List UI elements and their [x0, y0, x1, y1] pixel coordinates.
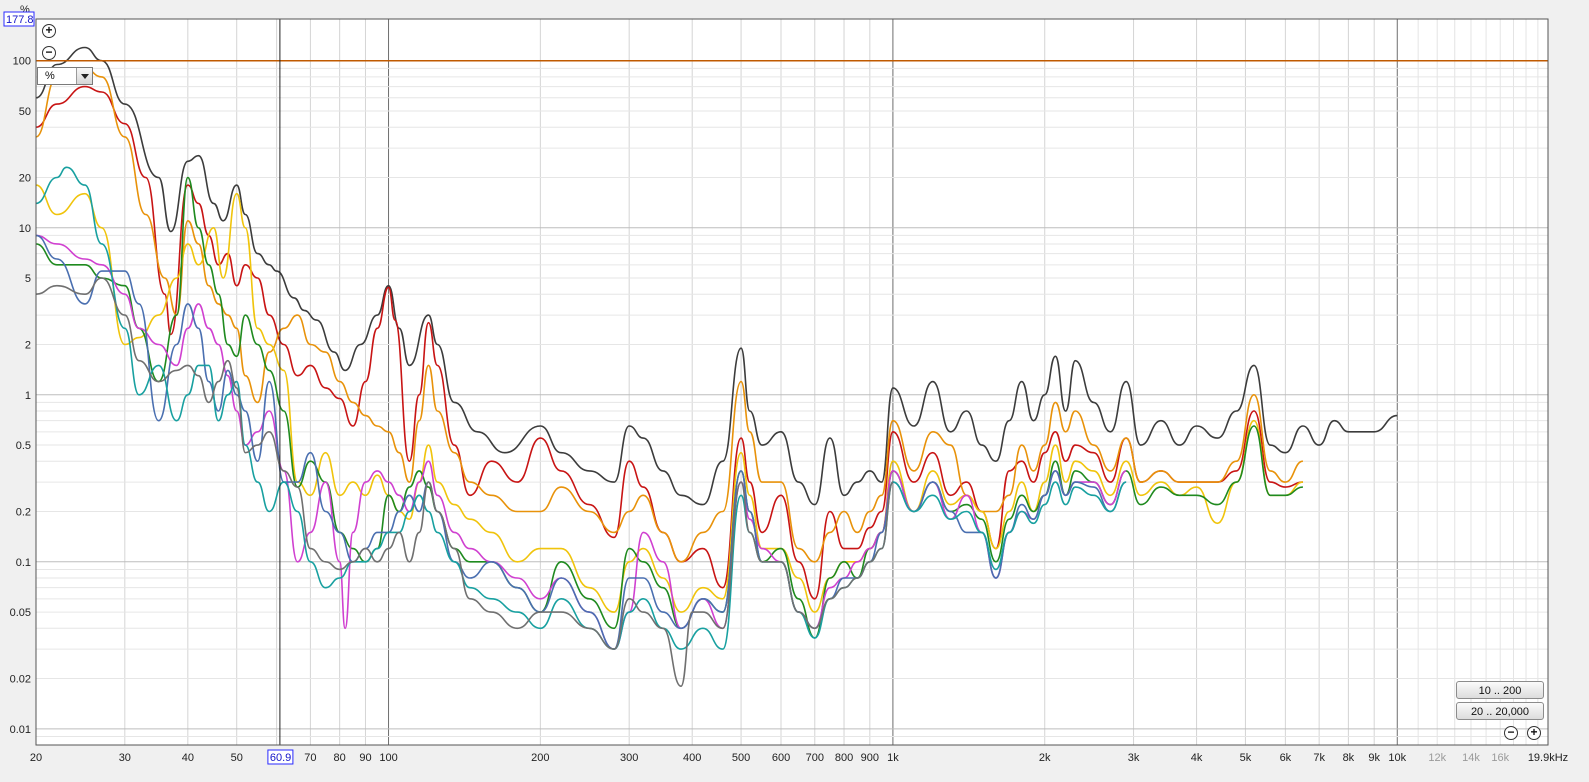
y-tick-label: 1 — [25, 390, 31, 402]
cursor-readout[interactable]: 60.9 — [270, 752, 291, 764]
zoom-out-vertical-icon[interactable]: − — [42, 46, 56, 60]
x-tick-label: 800 — [835, 752, 853, 764]
x-tick-label: 30 — [119, 752, 131, 764]
x-axis-ticks: 20 30 40 50 70 80 90 100 200 300 400 500 600 700 800 90… — [30, 752, 1568, 764]
x-tick-label: 20 — [30, 752, 42, 764]
y-tick-label: 0.2 — [16, 507, 31, 519]
frequency-chart[interactable]: 20 30 40 50 70 80 90 100 200 300 400 500 600 700 800 90… — [0, 0, 1589, 782]
x-tick-label: 40 — [182, 752, 194, 764]
y-tick-label: 2 — [25, 340, 31, 352]
y-tick-label: 0.1 — [16, 557, 31, 569]
x-tick-label: 90 — [359, 752, 371, 764]
x-tick-label: 700 — [806, 752, 824, 764]
x-tick-label: 400 — [683, 752, 701, 764]
y-tick-label: 0.05 — [10, 607, 31, 619]
unit-select[interactable]: % — [37, 67, 93, 85]
x-tick-label: 4k — [1191, 752, 1203, 764]
zoom-out-horizontal-icon[interactable]: − — [1504, 726, 1518, 740]
x-tick-label: 9k — [1368, 752, 1380, 764]
y-max-readout[interactable]: 177.8 — [6, 14, 34, 26]
x-tick-label: 16k — [1491, 752, 1509, 764]
y-tick-label: 100 — [13, 56, 31, 68]
y-tick-label: 5 — [25, 273, 31, 285]
range-20-20000-button[interactable]: 20 .. 20,000 — [1456, 702, 1544, 720]
y-tick-label: 0.01 — [10, 724, 31, 736]
x-tick-label: 50 — [231, 752, 243, 764]
unit-select-value: % — [45, 70, 55, 82]
y-axis-ticks: 100 50 20 10 5 2 1 0.5 0.2 0.1 0.05 0.02 0.01 — [10, 56, 31, 736]
x-tick-label: 7k — [1313, 752, 1325, 764]
x-tick-label: 2k — [1039, 752, 1051, 764]
x-tick-label: 5k — [1240, 752, 1252, 764]
x-tick-label: 300 — [620, 752, 638, 764]
x-tick-label: 10k — [1388, 752, 1406, 764]
x-tick-label: 900 — [861, 752, 879, 764]
x-tick-label: 14k — [1462, 752, 1480, 764]
zoom-in-vertical-icon[interactable]: + — [42, 24, 56, 38]
x-tick-label: 12k — [1428, 752, 1446, 764]
x-tick-label: 1k — [887, 752, 899, 764]
y-tick-label: 0.5 — [16, 440, 31, 452]
x-tick-label: 70 — [304, 752, 316, 764]
x-tick-label: 600 — [772, 752, 790, 764]
zoom-in-horizontal-icon[interactable]: + — [1527, 726, 1541, 740]
x-tick-label: 8k — [1343, 752, 1355, 764]
y-tick-label: 0.02 — [10, 674, 31, 686]
x-tick-label: 19.9kHz — [1528, 752, 1568, 764]
chevron-down-icon[interactable] — [76, 68, 92, 84]
x-tick-label: 3k — [1128, 752, 1140, 764]
x-tick-label: 80 — [334, 752, 346, 764]
y-tick-label: 50 — [19, 106, 31, 118]
x-tick-label: 100 — [379, 752, 397, 764]
y-tick-label: 20 — [19, 172, 31, 184]
y-tick-label: 10 — [19, 223, 31, 235]
range-10-200-button[interactable]: 10 .. 200 — [1456, 681, 1544, 699]
x-tick-label: 200 — [531, 752, 549, 764]
x-tick-label: 500 — [732, 752, 750, 764]
x-tick-label: 6k — [1280, 752, 1292, 764]
